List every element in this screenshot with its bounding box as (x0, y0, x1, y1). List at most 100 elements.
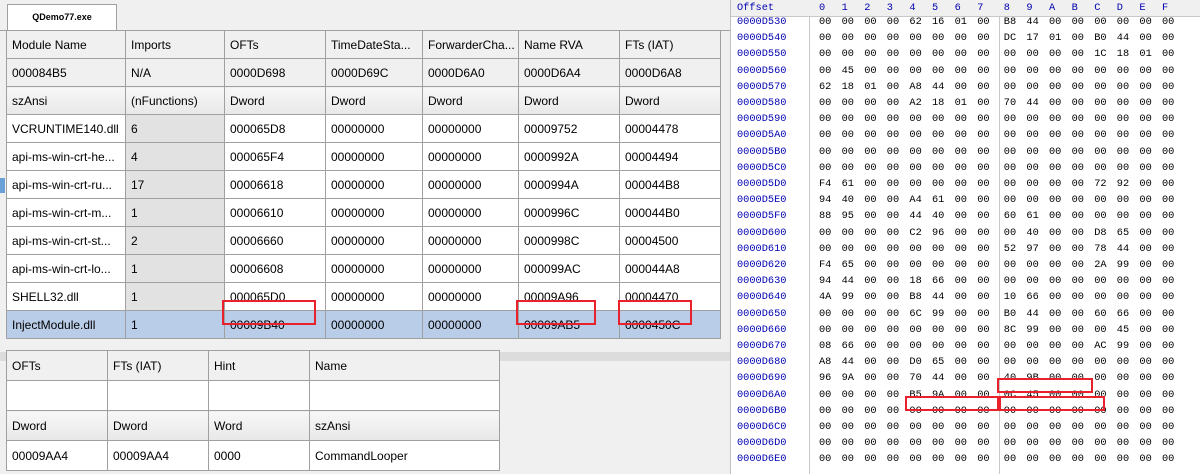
column-header-cell[interactable]: OFTs (224, 30, 326, 59)
hex-byte[interactable]: 00 (977, 389, 995, 402)
hex-byte[interactable]: 00 (977, 227, 995, 240)
table-row-cell[interactable]: 17 (125, 170, 225, 199)
hex-byte[interactable]: 00 (977, 16, 995, 29)
hex-byte[interactable]: 00 (1049, 210, 1067, 223)
hex-byte[interactable]: 44 (842, 356, 860, 369)
hex-byte[interactable]: 00 (842, 308, 860, 321)
table-row[interactable]: VCRUNTIME140.dll 6 000065D8 00000000 0000000… (6, 114, 721, 143)
hex-byte[interactable]: 00 (1094, 389, 1112, 402)
hex-byte[interactable]: 00 (932, 113, 950, 126)
hex-byte[interactable]: 00 (819, 32, 837, 45)
hex-byte[interactable]: 00 (887, 97, 905, 110)
table-row-cell[interactable]: 00004500 (619, 226, 721, 255)
hex-row[interactable]: 0000D6A0 00 00 00 00 B5 9A 00 00 0C 45 00 00 00 00 00 00 (731, 389, 1200, 402)
hex-row[interactable]: 0000D540 00 00 00 00 00 00 00 00 DC 17 01 00 B0 44 00 00 (731, 32, 1200, 45)
hex-byte[interactable]: 00 (955, 275, 973, 288)
table-row-cell[interactable]: 00000000 (422, 114, 519, 143)
hex-byte[interactable]: 00 (864, 453, 882, 466)
hex-byte[interactable]: 00 (977, 453, 995, 466)
fn-table-row-cell[interactable]: 00009AA4 (107, 440, 209, 471)
column-header-cell[interactable]: FTs (IAT) (619, 30, 721, 59)
table-row-cell[interactable]: api-ms-win-crt-st... (6, 226, 126, 255)
column-header-cell[interactable]: Name RVA (518, 30, 620, 59)
hex-byte[interactable]: 00 (909, 340, 927, 353)
hex-byte[interactable]: 61 (1026, 210, 1044, 223)
hex-byte[interactable]: 00 (1094, 437, 1112, 450)
fn-column-header-cell[interactable]: FTs (IAT) (107, 350, 209, 381)
hex-byte[interactable]: 00 (977, 48, 995, 61)
hex-byte[interactable]: 00 (1072, 227, 1090, 240)
hex-byte[interactable]: A8 (819, 356, 837, 369)
hex-byte[interactable]: 00 (1049, 65, 1067, 78)
hex-byte[interactable]: 00 (1072, 453, 1090, 466)
hex-byte[interactable]: 00 (1072, 243, 1090, 256)
hex-byte[interactable]: 00 (955, 113, 973, 126)
hex-byte[interactable]: 00 (1049, 81, 1067, 94)
hex-byte[interactable]: 00 (864, 210, 882, 223)
table-row-cell[interactable]: 00000000 (422, 254, 519, 283)
hex-byte[interactable]: D0 (909, 356, 927, 369)
hex-byte[interactable]: 00 (977, 324, 995, 337)
table-row-cell[interactable]: 00000000 (422, 142, 519, 171)
table-row-cell[interactable]: api-ms-win-crt-m... (6, 198, 126, 227)
hex-byte[interactable]: 00 (819, 405, 837, 418)
table-row-cell[interactable]: api-ms-win-crt-ru... (6, 170, 126, 199)
table-row-cell[interactable]: 00009A96 (518, 282, 620, 311)
hex-byte[interactable]: 00 (1094, 324, 1112, 337)
hex-byte[interactable]: 00 (955, 291, 973, 304)
hex-byte[interactable]: 00 (887, 405, 905, 418)
hex-byte[interactable]: 00 (955, 453, 973, 466)
hex-byte[interactable]: 00 (955, 146, 973, 159)
hex-row[interactable]: 0000D530 00 00 00 00 62 16 01 00 B8 44 00 00 00 00 00 00 (731, 16, 1200, 29)
hex-byte[interactable]: 40 (842, 194, 860, 207)
column-header-cell[interactable]: TimeDateSta... (325, 30, 423, 59)
hex-byte[interactable]: 00 (864, 405, 882, 418)
table-row-cell[interactable]: 00006660 (224, 226, 326, 255)
hex-byte[interactable]: 97 (1026, 243, 1044, 256)
hex-row[interactable]: 0000D6E0 00 00 00 00 00 00 00 00 00 00 00 00 00 00 00 00 (731, 453, 1200, 466)
hex-byte[interactable]: 00 (1072, 259, 1090, 272)
hex-byte[interactable]: 00 (1072, 65, 1090, 78)
hex-byte[interactable]: 00 (1049, 259, 1067, 272)
hex-byte[interactable]: 00 (1139, 340, 1157, 353)
hex-byte[interactable]: D8 (1094, 227, 1112, 240)
hex-byte[interactable]: DC (1004, 32, 1022, 45)
hex-byte[interactable]: 00 (977, 65, 995, 78)
hex-byte[interactable]: 00 (1139, 16, 1157, 29)
hex-byte[interactable]: 00 (1094, 210, 1112, 223)
hex-byte[interactable]: 00 (1072, 113, 1090, 126)
hex-byte[interactable]: 00 (1072, 16, 1090, 29)
hex-byte[interactable]: 00 (864, 340, 882, 353)
hex-byte[interactable]: 00 (1049, 97, 1067, 110)
hex-byte[interactable]: 00 (977, 372, 995, 385)
hex-byte[interactable]: 00 (1004, 356, 1022, 369)
hex-byte[interactable]: 00 (1139, 372, 1157, 385)
hex-byte[interactable]: 00 (887, 372, 905, 385)
hex-byte[interactable]: 4A (819, 291, 837, 304)
hex-byte[interactable]: 62 (819, 81, 837, 94)
hex-byte[interactable]: 00 (1162, 162, 1180, 175)
type-row[interactable]: szAnsi (nFunctions) Dword Dword Dword Dword Dw… (6, 86, 721, 115)
hex-byte[interactable]: 00 (887, 65, 905, 78)
hex-byte[interactable]: 40 (1004, 372, 1022, 385)
hex-byte[interactable]: 00 (955, 227, 973, 240)
hex-byte[interactable]: 00 (819, 308, 837, 321)
hex-byte[interactable]: 00 (1072, 389, 1090, 402)
hex-byte[interactable]: 00 (819, 389, 837, 402)
hex-byte[interactable]: 01 (955, 16, 973, 29)
hex-byte[interactable]: 44 (932, 372, 950, 385)
hex-byte[interactable]: 00 (1026, 421, 1044, 434)
hex-byte[interactable]: 00 (887, 356, 905, 369)
hex-byte[interactable]: 00 (1162, 65, 1180, 78)
hex-byte[interactable]: F4 (819, 178, 837, 191)
hex-byte[interactable]: 00 (819, 113, 837, 126)
hex-byte[interactable]: 00 (1139, 97, 1157, 110)
hex-byte[interactable]: 00 (932, 324, 950, 337)
hex-byte[interactable]: 00 (1004, 178, 1022, 191)
hex-byte[interactable]: 00 (1026, 129, 1044, 142)
hex-byte[interactable]: 44 (1026, 16, 1044, 29)
hex-byte[interactable]: 00 (1072, 372, 1090, 385)
hex-byte[interactable]: 00 (1094, 162, 1112, 175)
hex-byte[interactable]: 00 (864, 162, 882, 175)
hex-byte[interactable]: 00 (1162, 146, 1180, 159)
